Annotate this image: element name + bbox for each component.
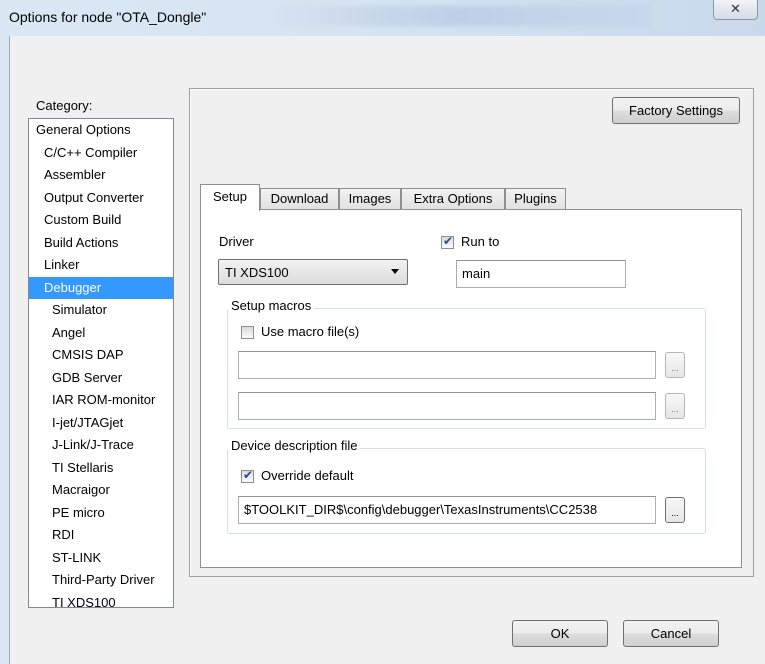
driver-label: Driver	[219, 234, 254, 249]
close-button[interactable]: ✕	[713, 0, 758, 20]
category-label: Category:	[36, 98, 93, 113]
cancel-button[interactable]: Cancel	[623, 620, 719, 647]
chevron-down-icon	[391, 269, 399, 274]
macro-file-input-2[interactable]	[238, 392, 656, 420]
factory-settings-button[interactable]: Factory Settings	[612, 97, 740, 124]
run-to-label: Run to	[461, 234, 500, 249]
tab-plugins[interactable]: Plugins	[505, 188, 566, 210]
category-item-simulator[interactable]: Simulator	[29, 299, 173, 322]
device-description-title: Device description file	[228, 438, 361, 453]
category-item-rdi[interactable]: RDI	[29, 524, 173, 547]
tab-download[interactable]: Download	[260, 188, 339, 210]
category-item-linker[interactable]: Linker	[29, 254, 173, 277]
driver-select-value: TI XDS100	[225, 265, 289, 280]
macro-file-browse-button-2[interactable]: ...	[665, 393, 685, 419]
category-item-general-options[interactable]: General Options	[29, 119, 173, 142]
category-item-debugger[interactable]: Debugger	[29, 276, 173, 299]
category-item-j-link-j-trace[interactable]: J-Link/J-Trace	[29, 434, 173, 457]
tab-setup[interactable]: Setup	[200, 184, 260, 211]
tab-images[interactable]: Images	[339, 188, 401, 210]
category-item-gdb-server[interactable]: GDB Server	[29, 367, 173, 390]
window-title: Options for node "OTA_Dongle"	[9, 9, 207, 25]
title-bar-glass	[270, 6, 650, 26]
close-icon: ✕	[730, 1, 741, 16]
category-item-c-cpp-compiler[interactable]: C/C++ Compiler	[29, 142, 173, 165]
category-list[interactable]: General Options C/C++ Compiler Assembler…	[28, 118, 174, 608]
category-item-pe-micro[interactable]: PE micro	[29, 502, 173, 525]
macro-file-input-1[interactable]	[238, 351, 656, 379]
use-macro-checkbox[interactable]	[241, 326, 254, 339]
category-item-output-converter[interactable]: Output Converter	[29, 187, 173, 210]
override-default-label: Override default	[261, 468, 354, 483]
ok-button[interactable]: OK	[512, 620, 608, 647]
use-macro-label: Use macro file(s)	[261, 324, 360, 339]
category-item-macraigor[interactable]: Macraigor	[29, 479, 173, 502]
category-item-cmsis-dap[interactable]: CMSIS DAP	[29, 344, 173, 367]
category-item-ti-stellaris[interactable]: TI Stellaris	[29, 457, 173, 480]
category-item-ti-xds100[interactable]: TI XDS100	[29, 592, 173, 608]
setup-macros-title: Setup macros	[228, 298, 315, 313]
category-item-build-actions[interactable]: Build Actions	[29, 232, 173, 255]
category-item-custom-build[interactable]: Custom Build	[29, 209, 173, 232]
run-to-checkbox[interactable]	[441, 234, 454, 249]
device-description-input[interactable]: $TOOLKIT_DIR$\config\debugger\TexasInstr…	[238, 496, 656, 524]
device-description-browse-button[interactable]: ...	[665, 497, 685, 523]
run-to-input[interactable]: main	[456, 260, 626, 288]
window-frame-left	[0, 36, 9, 664]
override-default-checkbox[interactable]	[241, 468, 254, 483]
category-item-angel[interactable]: Angel	[29, 322, 173, 345]
category-item-i-jet-jtagjet[interactable]: I-jet/JTAGjet	[29, 412, 173, 435]
driver-select[interactable]: TI XDS100	[218, 259, 408, 285]
tab-extra-options[interactable]: Extra Options	[401, 188, 505, 210]
title-bar: Options for node "OTA_Dongle" ✕	[0, 0, 765, 36]
category-item-third-party-driver[interactable]: Third-Party Driver	[29, 569, 173, 592]
category-item-st-link[interactable]: ST-LINK	[29, 547, 173, 570]
category-item-iar-rom-monitor[interactable]: IAR ROM-monitor	[29, 389, 173, 412]
macro-file-browse-button-1[interactable]: ...	[665, 352, 685, 378]
category-item-assembler[interactable]: Assembler	[29, 164, 173, 187]
